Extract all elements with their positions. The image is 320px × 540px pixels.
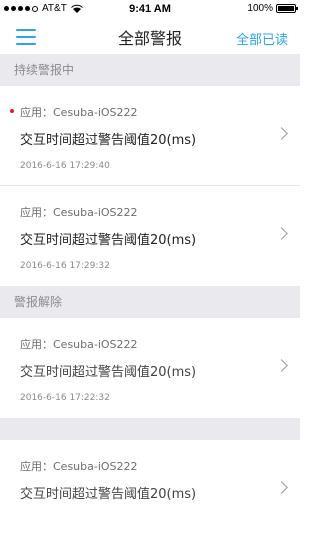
alert-message: 交互时间超过警告阈值20(ms) bbox=[20, 233, 197, 248]
alert-app-name: 应用：Cesuba-iOS222 bbox=[20, 206, 138, 219]
alert-message: 交互时间超过警告阈值20(ms) bbox=[20, 365, 197, 380]
hamburger-menu-icon[interactable] bbox=[16, 29, 36, 45]
alert-item[interactable]: 应用：Cesuba-iOS222 交互时间超过警告阈值20(ms) 2016-6… bbox=[0, 186, 300, 286]
mark-all-read-button[interactable]: 全部已读 bbox=[236, 29, 288, 48]
alert-app-name: 应用：Cesuba-iOS222 bbox=[20, 338, 138, 351]
alert-app-name: 应用：Cesuba-iOS222 bbox=[20, 106, 138, 119]
status-right: 100% bbox=[247, 3, 298, 14]
alert-message: 交互时间超过警告阈值20(ms) bbox=[20, 487, 197, 502]
alert-message: 交互时间超过警告阈值20(ms) bbox=[20, 133, 197, 148]
battery-icon bbox=[276, 4, 298, 13]
page-title: 全部警报 bbox=[117, 29, 182, 48]
alert-timestamp: 2016-6-16 17:29:32 bbox=[20, 261, 110, 271]
alert-timestamp: 2016-6-16 17:22:32 bbox=[20, 393, 110, 403]
alert-item[interactable]: 应用：Cesuba-iOS222 交互时间超过警告阈值20(ms) 2016-6… bbox=[0, 86, 300, 186]
alert-app-name: 应用：Cesuba-iOS222 bbox=[20, 460, 138, 473]
alert-item[interactable]: 应用：Cesuba-iOS222 交互时间超过警告阈值20(ms) bbox=[0, 440, 300, 540]
status-bar: AT&T 9:41 AM 100% bbox=[0, 0, 300, 20]
alert-item[interactable]: 应用：Cesuba-iOS222 交互时间超过警告阈值20(ms) 2016-6… bbox=[0, 318, 300, 418]
section-divider bbox=[0, 418, 300, 440]
section-header-resolved: 警报解除 bbox=[0, 286, 300, 318]
battery-percent: 100% bbox=[247, 3, 273, 14]
section-header-ongoing: 持续警报中 bbox=[0, 54, 300, 86]
nav-bar: 全部警报 全部已读 bbox=[0, 20, 300, 54]
unread-dot-icon bbox=[10, 109, 14, 113]
alert-timestamp: 2016-6-16 17:29:40 bbox=[20, 161, 110, 171]
